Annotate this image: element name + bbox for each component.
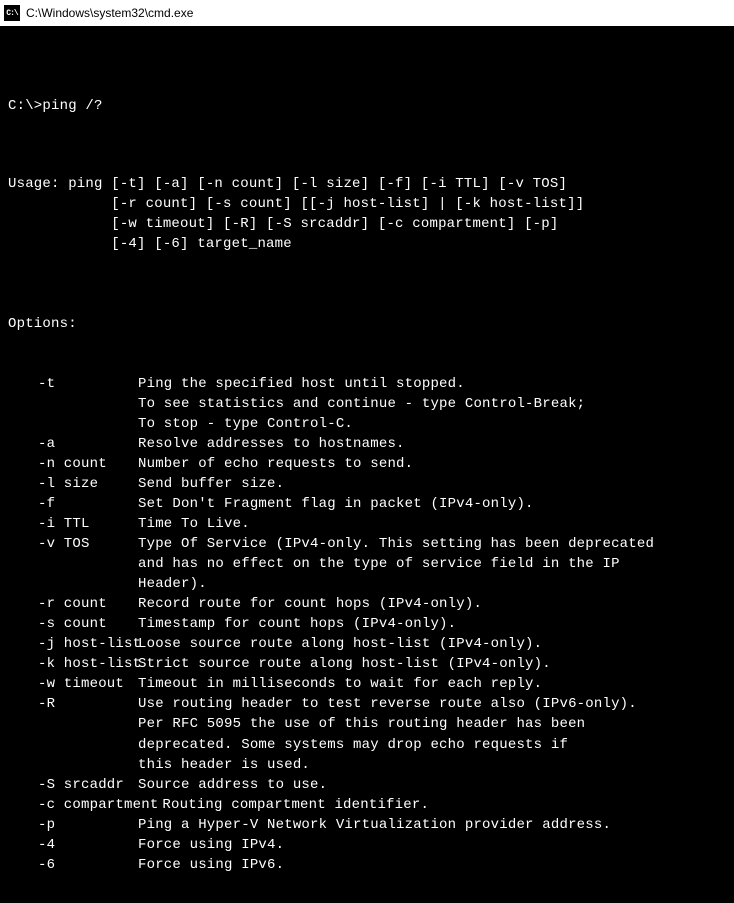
option-row: -RUse routing header to test reverse rou… — [8, 694, 726, 774]
window-titlebar[interactable]: C:\ C:\Windows\system32\cmd.exe — [0, 0, 734, 26]
option-flag: -f — [8, 494, 138, 514]
option-row: -k host-listStrict source route along ho… — [8, 654, 726, 674]
option-flag: -r count — [8, 594, 138, 614]
option-flag: -c compartment — [8, 795, 162, 815]
option-flag: -p — [8, 815, 138, 835]
option-row: -i TTLTime To Live. — [8, 514, 726, 534]
option-description: Ping the specified host until stopped. T… — [138, 374, 726, 434]
option-flag: -R — [8, 694, 138, 774]
command-prompt-line: C:\>ping /? — [8, 96, 726, 116]
option-flag: -S srcaddr — [8, 775, 138, 795]
option-flag: -a — [8, 434, 138, 454]
option-flag: -k host-list — [8, 654, 138, 674]
option-row: -n countNumber of echo requests to send. — [8, 454, 726, 474]
option-row: -w timeoutTimeout in milliseconds to wai… — [8, 674, 726, 694]
usage-line: [-4] [-6] target_name — [8, 234, 726, 254]
option-description: Timestamp for count hops (IPv4-only). — [138, 614, 726, 634]
option-row: -aResolve addresses to hostnames. — [8, 434, 726, 454]
usage-line: [-w timeout] [-R] [-S srcaddr] [-c compa… — [8, 214, 726, 234]
usage-line: Usage: ping [-t] [-a] [-n count] [-l siz… — [8, 174, 726, 194]
window-title: C:\Windows\system32\cmd.exe — [26, 6, 730, 20]
option-description: Force using IPv4. — [138, 835, 726, 855]
usage-block: Usage: ping [-t] [-a] [-n count] [-l siz… — [8, 174, 726, 254]
option-row: -tPing the specified host until stopped.… — [8, 374, 726, 434]
option-description: Type Of Service (IPv4-only. This setting… — [138, 534, 726, 594]
options-header: Options: — [8, 314, 726, 334]
option-row: -c compartmentRouting compartment identi… — [8, 795, 726, 815]
option-flag: -i TTL — [8, 514, 138, 534]
options-list: -tPing the specified host until stopped.… — [8, 374, 726, 874]
option-flag: -6 — [8, 855, 138, 875]
option-row: -r countRecord route for count hops (IPv… — [8, 594, 726, 614]
option-row: -l sizeSend buffer size. — [8, 474, 726, 494]
option-description: Record route for count hops (IPv4-only). — [138, 594, 726, 614]
option-description: Time To Live. — [138, 514, 726, 534]
option-description: Resolve addresses to hostnames. — [138, 434, 726, 454]
option-flag: -s count — [8, 614, 138, 634]
option-row: -v TOSType Of Service (IPv4-only. This s… — [8, 534, 726, 594]
option-row: -4Force using IPv4. — [8, 835, 726, 855]
option-description: Force using IPv6. — [138, 855, 726, 875]
option-description: Strict source route along host-list (IPv… — [138, 654, 726, 674]
option-row: -fSet Don't Fragment flag in packet (IPv… — [8, 494, 726, 514]
option-description: Set Don't Fragment flag in packet (IPv4-… — [138, 494, 726, 514]
option-description: Number of echo requests to send. — [138, 454, 726, 474]
option-row: -j host-listLoose source route along hos… — [8, 634, 726, 654]
option-description: Use routing header to test reverse route… — [138, 694, 726, 774]
option-description: Timeout in milliseconds to wait for each… — [138, 674, 726, 694]
terminal-output: C:\>ping /? Usage: ping [-t] [-a] [-n co… — [0, 26, 734, 903]
option-description: Routing compartment identifier. — [162, 795, 726, 815]
option-row: -pPing a Hyper-V Network Virtualization … — [8, 815, 726, 835]
cmd-icon: C:\ — [4, 5, 20, 21]
option-description: Loose source route along host-list (IPv4… — [138, 634, 726, 654]
option-flag: -t — [8, 374, 138, 434]
usage-line: [-r count] [-s count] [[-j host-list] | … — [8, 194, 726, 214]
option-flag: -n count — [8, 454, 138, 474]
option-description: Source address to use. — [138, 775, 726, 795]
option-flag: -4 — [8, 835, 138, 855]
option-row: -s countTimestamp for count hops (IPv4-o… — [8, 614, 726, 634]
option-flag: -v TOS — [8, 534, 138, 594]
option-flag: -j host-list — [8, 634, 138, 654]
option-flag: -l size — [8, 474, 138, 494]
option-row: -6Force using IPv6. — [8, 855, 726, 875]
option-description: Ping a Hyper-V Network Virtualization pr… — [138, 815, 726, 835]
option-description: Send buffer size. — [138, 474, 726, 494]
option-flag: -w timeout — [8, 674, 138, 694]
option-row: -S srcaddrSource address to use. — [8, 775, 726, 795]
